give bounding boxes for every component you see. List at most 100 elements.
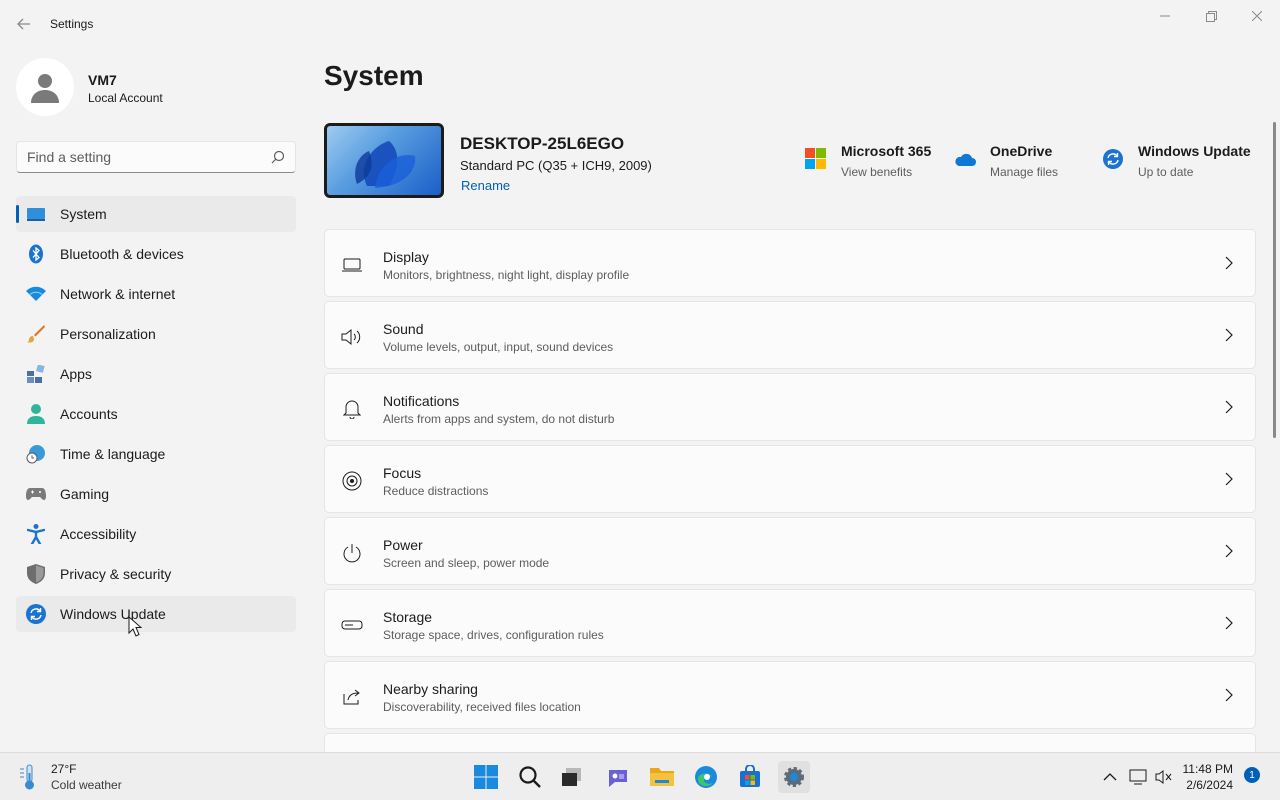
card-nearby-sharing[interactable]: Nearby sharing Discoverability, received… [324,661,1256,729]
back-button[interactable] [10,10,38,38]
sidebar-item-label: Accounts [60,406,118,422]
clock-date: 2/6/2024 [1186,778,1233,792]
scrollbar[interactable] [1273,122,1276,438]
card-title: Display [383,249,429,265]
card-sound[interactable]: Sound Volume levels, output, input, soun… [324,301,1256,369]
chevron-right-icon [1225,688,1233,702]
teams-chat-button[interactable] [602,761,634,793]
display-tray-button[interactable] [1128,767,1148,787]
sidebar-item-system[interactable]: System [16,196,296,232]
sidebar-item-personalization[interactable]: Personalization [16,316,296,352]
device-model: Standard PC (Q35 + ICH9, 2009) [460,158,652,173]
quick-link-subtitle: View benefits [841,165,913,179]
gamepad-icon [26,484,46,504]
sidebar-item-network[interactable]: Network & internet [16,276,296,312]
restore-icon [1205,10,1217,22]
card-notifications[interactable]: Notifications Alerts from apps and syste… [324,373,1256,441]
wifi-icon [26,284,46,304]
windows-update-link[interactable]: Windows Update Up to date [1102,141,1252,183]
card-subtitle: Alerts from apps and system, do not dist… [383,412,615,426]
sidebar-item-label: Network & internet [60,286,176,302]
teams-chat-icon [609,770,627,787]
sidebar-item-label: System [60,206,107,222]
sidebar-item-accessibility[interactable]: Accessibility [16,516,296,552]
close-icon [1252,11,1262,21]
show-hidden-icons-button[interactable] [1100,767,1120,787]
search-icon[interactable] [271,150,285,164]
apps-icon [26,364,46,384]
notification-badge[interactable]: 1 [1244,767,1260,783]
store-icon [740,765,760,787]
settings-icon [784,767,804,787]
accessibility-icon [26,524,46,544]
sidebar-item-windows-update[interactable]: Windows Update [16,596,296,632]
card-subtitle: Storage space, drives, configuration rul… [383,628,604,642]
share-icon [341,686,363,708]
active-indicator [16,205,19,223]
chevron-right-icon [1225,544,1233,558]
file-explorer-button[interactable] [646,761,678,793]
taskbar-search-button[interactable] [514,761,546,793]
start-button[interactable] [470,761,502,793]
settings-taskbar-button[interactable] [778,761,810,793]
card-focus[interactable]: Focus Reduce distractions [324,445,1256,513]
volume-tray-button[interactable] [1154,767,1174,787]
device-thumbnail [324,123,444,198]
microsoft-365-link[interactable]: Microsoft 365 View benefits [805,141,940,183]
person-icon [31,74,59,103]
sidebar-item-time-language[interactable]: Time & language [16,436,296,472]
sidebar-item-label: Bluetooth & devices [60,246,184,262]
weather-temperature: 27°F [51,762,77,776]
restore-button[interactable] [1188,0,1234,32]
sidebar-item-gaming[interactable]: Gaming [16,476,296,512]
quick-link-title: Microsoft 365 [841,143,932,159]
sidebar-item-label: Accessibility [60,526,137,542]
user-name: VM7 [88,72,117,88]
close-button[interactable] [1234,0,1280,32]
card-power[interactable]: Power Screen and sleep, power mode [324,517,1256,585]
card-title: Notifications [383,393,460,409]
card-subtitle: Monitors, brightness, night light, displ… [383,268,630,282]
minimize-button[interactable] [1142,0,1188,32]
user-profile[interactable]: VM7 Local Account [16,58,296,118]
windows-bloom-wallpaper-icon [355,141,416,188]
card-title: Sound [383,321,424,337]
edge-button[interactable] [690,761,722,793]
sidebar-item-accounts[interactable]: Accounts [16,396,296,432]
card-subtitle: Volume levels, output, input, sound devi… [383,340,614,354]
chevron-right-icon [1225,616,1233,630]
bluetooth-icon [26,244,46,264]
card-next-partial[interactable] [324,733,1256,753]
chevron-up-icon [1103,773,1117,781]
taskbar: 27°F Cold weather 11:48 PM 2/6/2024 [0,752,1280,800]
search-icon [519,766,541,788]
search-input[interactable] [27,149,257,165]
card-display[interactable]: Display Monitors, brightness, night ligh… [324,229,1256,297]
shield-icon [26,564,46,584]
sidebar-item-bluetooth[interactable]: Bluetooth & devices [16,236,296,272]
task-view-button[interactable] [556,761,588,793]
sync-icon [26,604,46,624]
task-view-icon [562,768,581,786]
file-explorer-icon [650,768,674,786]
clock-time: 11:48 PM [1182,762,1233,776]
card-title: Power [383,537,423,553]
sidebar-item-apps[interactable]: Apps [16,356,296,392]
globe-clock-icon [26,444,46,464]
sidebar-item-label: Time & language [60,446,166,462]
start-icon [474,765,498,789]
edge-icon [695,766,717,788]
speaker-icon [341,326,363,348]
chevron-right-icon [1225,328,1233,342]
rename-link[interactable]: Rename [461,178,510,193]
card-storage[interactable]: Storage Storage space, drives, configura… [324,589,1256,657]
avatar [16,58,74,116]
store-button[interactable] [734,761,766,793]
minimize-icon [1160,15,1170,17]
sidebar-item-privacy[interactable]: Privacy & security [16,556,296,592]
title-bar: Settings [0,0,1280,48]
onedrive-link[interactable]: OneDrive Manage files [954,141,1074,183]
search-box[interactable] [16,141,296,173]
microsoft-logo-icon [805,148,826,169]
page-title: System [324,60,424,91]
